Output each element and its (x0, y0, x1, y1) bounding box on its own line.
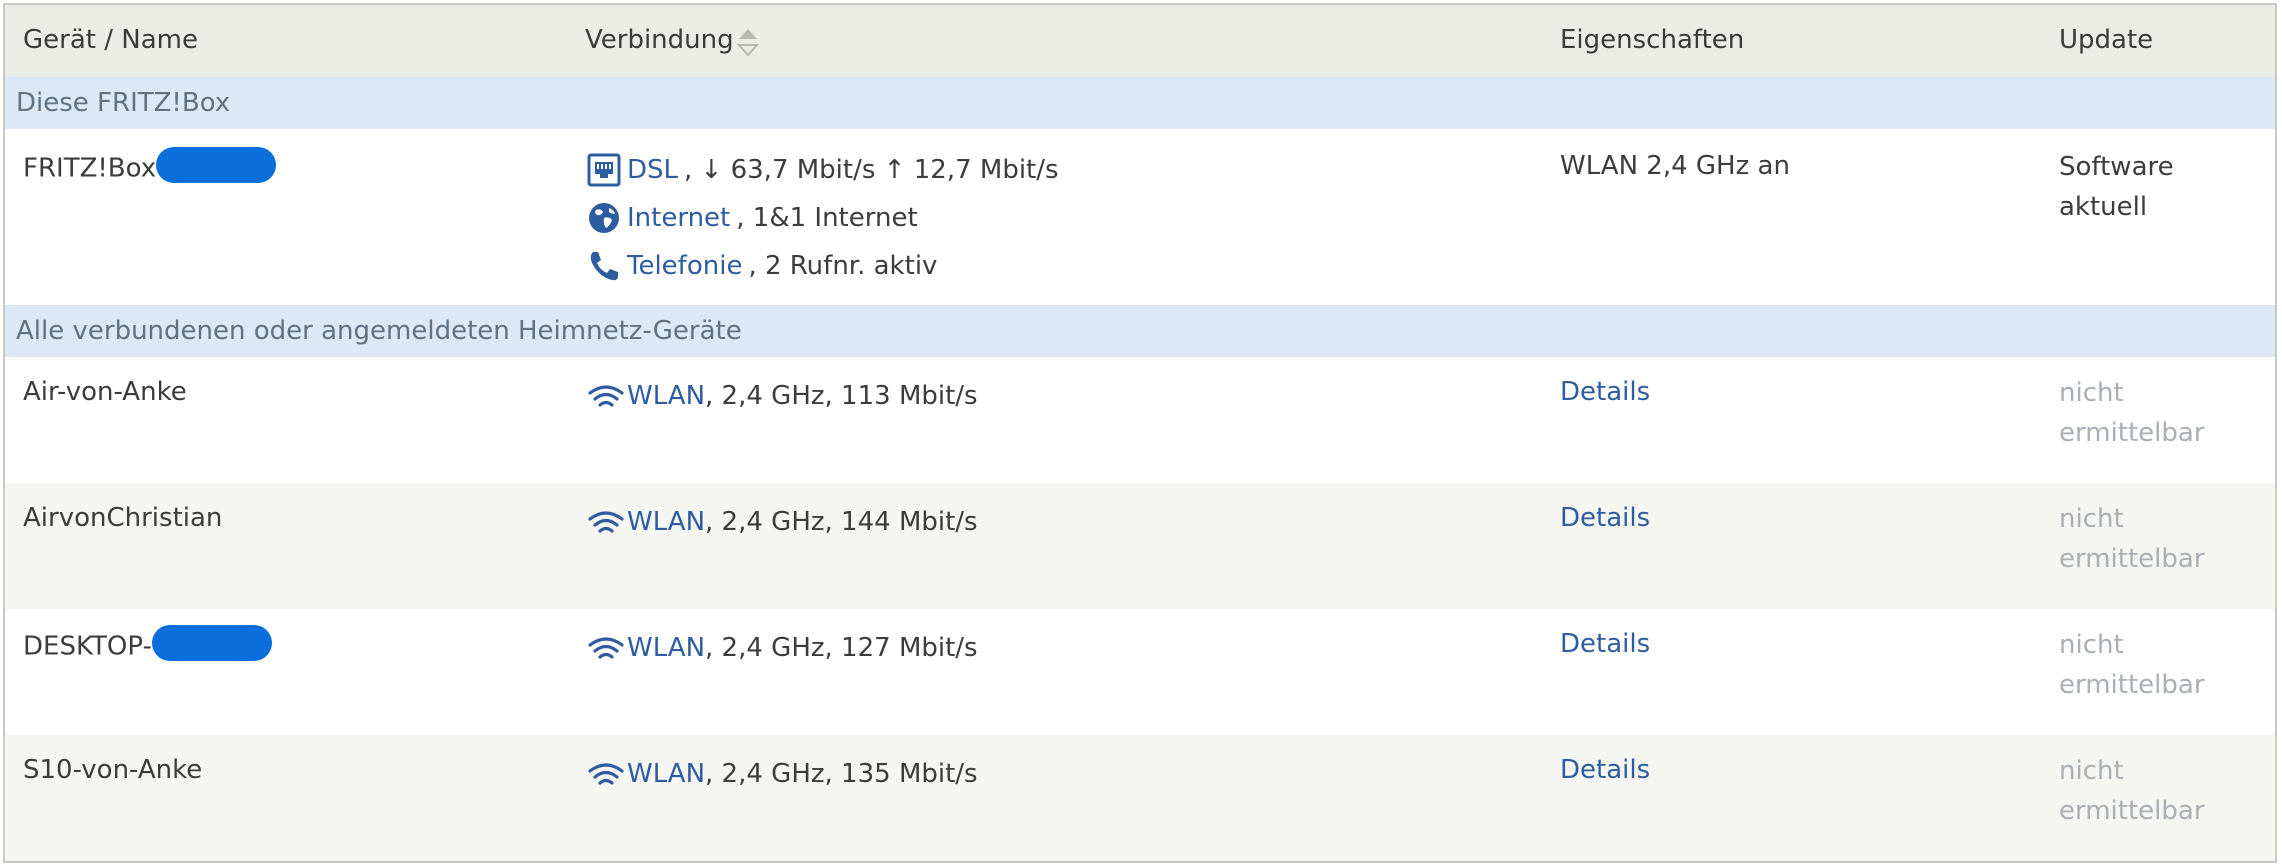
section-label: Alle verbundenen oder angemeldeten Heimn… (16, 316, 742, 346)
table-row: Air-von-Anke WLAN , 2,4 GHz, 113 Mbit/s … (5, 357, 2275, 483)
wifi-icon (587, 379, 624, 413)
update-status: Software aktuell (2059, 147, 2174, 227)
update-status-line2: ermittelbar (2059, 544, 2205, 574)
connection-internet: Internet , 1&1 Internet (587, 201, 918, 235)
wlan-detail: , 2,4 GHz, 144 Mbit/s (705, 507, 978, 537)
dsl-port-icon (587, 153, 621, 187)
globe-icon (587, 201, 621, 235)
properties-text: WLAN 2,4 GHz an (1560, 151, 1790, 181)
device-name: AirvonChristian (23, 503, 223, 533)
update-status-line1: nicht (2059, 630, 2124, 660)
update-status-line2: ermittelbar (2059, 796, 2205, 826)
device-name: DESKTOP- (23, 625, 272, 665)
column-header-update[interactable]: Update (2059, 25, 2153, 55)
wifi-icon (587, 505, 624, 539)
details-link[interactable]: Details (1560, 377, 1650, 407)
wifi-icon (587, 757, 624, 791)
update-status: nicht ermittelbar (2059, 625, 2205, 705)
wlan-link[interactable]: WLAN (627, 381, 705, 411)
section-label: Diese FRITZ!Box (16, 88, 231, 118)
section-devices: Alle verbundenen oder angemeldeten Heimn… (5, 305, 2275, 357)
table-row-fritzbox: FRITZ!Box DSL , ↓ 63,7 Mbit/s ↑ 12,7 Mbi… (5, 129, 2275, 305)
connection-wlan: WLAN , 2,4 GHz, 135 Mbit/s (587, 757, 978, 791)
phone-icon (587, 249, 621, 283)
update-status-line1: nicht (2059, 504, 2124, 534)
column-header-properties[interactable]: Eigenschaften (1560, 25, 1744, 55)
wlan-link[interactable]: WLAN (627, 633, 705, 663)
details-link[interactable]: Details (1560, 629, 1650, 659)
dsl-detail: , ↓ 63,7 Mbit/s ↑ 12,7 Mbit/s (684, 155, 1059, 185)
connection-wlan: WLAN , 2,4 GHz, 144 Mbit/s (587, 505, 978, 539)
update-status: nicht ermittelbar (2059, 751, 2205, 831)
connection-dsl: DSL , ↓ 63,7 Mbit/s ↑ 12,7 Mbit/s (587, 153, 1059, 187)
redaction-mark (151, 625, 272, 661)
details-link[interactable]: Details (1560, 503, 1650, 533)
table-row: S10-von-Anke WLAN , 2,4 GHz, 135 Mbit/s … (5, 735, 2275, 861)
wlan-link[interactable]: WLAN (627, 507, 705, 537)
telefonie-link[interactable]: Telefonie (627, 251, 742, 281)
wifi-icon (587, 631, 624, 665)
device-table: Gerät / Name Verbindung Eigenschaften Up… (3, 3, 2277, 863)
column-header-connection[interactable]: Verbindung (585, 25, 734, 55)
table-header: Gerät / Name Verbindung Eigenschaften Up… (5, 5, 2275, 77)
table-row: DESKTOP- WLAN , 2,4 GHz, 127 Mbit/s Deta… (5, 609, 2275, 735)
device-name: FRITZ!Box (23, 147, 277, 187)
connection-phone: Telefonie , 2 Rufnr. aktiv (587, 249, 937, 283)
update-status-line2: ermittelbar (2059, 670, 2205, 700)
wlan-link[interactable]: WLAN (627, 759, 705, 789)
telefonie-detail: , 2 Rufnr. aktiv (748, 251, 938, 281)
column-header-device[interactable]: Gerät / Name (23, 25, 198, 55)
device-name: S10-von-Anke (23, 755, 203, 785)
update-status-line2: ermittelbar (2059, 418, 2205, 448)
internet-link[interactable]: Internet (627, 203, 730, 233)
connection-wlan: WLAN , 2,4 GHz, 113 Mbit/s (587, 379, 978, 413)
update-status-line1: Software (2059, 152, 2174, 182)
update-status: nicht ermittelbar (2059, 373, 2205, 453)
wlan-detail: , 2,4 GHz, 113 Mbit/s (705, 381, 978, 411)
update-status: nicht ermittelbar (2059, 499, 2205, 579)
dsl-link[interactable]: DSL (627, 155, 678, 185)
internet-detail: , 1&1 Internet (736, 203, 918, 233)
update-status-line2: aktuell (2059, 192, 2148, 222)
sort-icon[interactable] (736, 25, 760, 59)
wlan-detail: , 2,4 GHz, 127 Mbit/s (705, 633, 978, 663)
update-status-line1: nicht (2059, 378, 2124, 408)
redaction-mark (156, 147, 277, 183)
table-row: AirvonChristian WLAN , 2,4 GHz, 144 Mbit… (5, 483, 2275, 609)
section-fritzbox: Diese FRITZ!Box (5, 77, 2275, 129)
device-name: Air-von-Anke (23, 377, 187, 407)
connection-wlan: WLAN , 2,4 GHz, 127 Mbit/s (587, 631, 978, 665)
wlan-detail: , 2,4 GHz, 135 Mbit/s (705, 759, 978, 789)
update-status-line1: nicht (2059, 756, 2124, 786)
details-link[interactable]: Details (1560, 755, 1650, 785)
